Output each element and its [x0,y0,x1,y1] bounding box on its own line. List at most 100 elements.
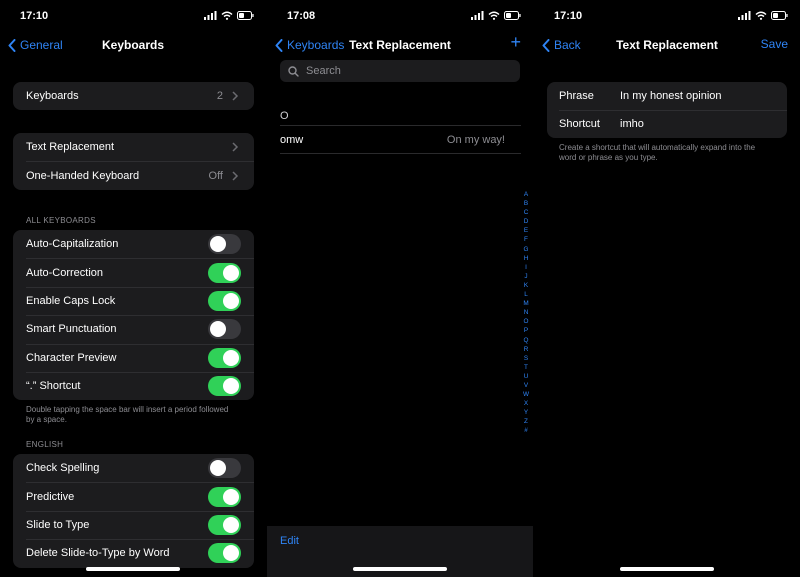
keyboards-row[interactable]: Keyboards 2 [13,82,254,110]
index-letter[interactable]: X [524,399,528,408]
text-replacement-row[interactable]: Text Replacement [13,133,254,161]
index-letter[interactable]: E [524,226,528,235]
setting-row: Auto-Capitalization [13,230,254,258]
wifi-icon [488,11,500,20]
chevron-right-icon [232,171,239,181]
setting-row: Smart Punctuation [13,315,254,343]
index-letter[interactable]: T [524,363,528,372]
toggle-knob [210,460,226,477]
shortcut-input[interactable] [620,118,770,130]
toggle-switch[interactable] [208,347,241,368]
section-index[interactable]: A B C D E F G H I J K L M N O P Q R S T U V W X Y Z # [521,190,531,436]
keyboards-screen: 17:10 General Keyboards Keyboards 2 Text… [0,0,266,577]
toggle-switch[interactable] [208,319,241,340]
index-letter[interactable]: O [524,317,529,326]
index-letter[interactable]: G [524,245,529,254]
toggle-switch[interactable] [208,376,241,397]
shortcut-label: Shortcut [559,118,600,130]
index-letter[interactable]: S [524,354,528,363]
status-time: 17:10 [554,10,583,22]
phrase-input[interactable] [620,90,770,102]
index-letter[interactable]: K [524,281,528,290]
save-button[interactable]: Save [761,37,788,51]
setting-row: Slide to Type [13,510,254,539]
list-item[interactable]: omw On my way! [280,128,505,152]
plus-icon: + [510,32,521,52]
search-input[interactable] [304,64,508,78]
setting-row: Delete Slide-to-Type by Word [13,539,254,567]
index-letter[interactable]: C [524,208,529,217]
divider [280,125,521,126]
add-button[interactable]: + [510,32,521,53]
index-letter[interactable]: I [525,263,527,272]
one-handed-value: Off [208,169,223,182]
index-letter[interactable]: M [523,299,528,308]
search-bar[interactable] [280,60,520,82]
new-replacement-screen: 17:10 Back Text Replacement Save Phrase … [534,0,800,577]
home-indicator[interactable] [620,567,714,571]
edit-button[interactable]: Edit [280,535,299,547]
index-letter[interactable]: P [524,326,528,335]
toggle-switch[interactable] [208,262,241,283]
shortcut-note: Double tapping the space bar will insert… [26,405,229,424]
setting-label: Smart Punctuation [26,323,117,336]
index-letter[interactable]: W [523,390,529,399]
index-letter[interactable]: Y [524,408,528,417]
replacement-group: Text Replacement One-Handed Keyboard Off [13,133,254,190]
keyboards-count: 2 [216,90,223,103]
toggle-switch[interactable] [208,290,241,311]
index-letter[interactable]: U [524,372,529,381]
index-letter[interactable]: D [524,217,529,226]
back-button[interactable]: Back [542,38,581,52]
index-letter[interactable]: J [524,272,527,281]
index-letter[interactable]: H [524,254,529,263]
toggle-switch[interactable] [208,458,241,479]
battery-icon [771,11,788,20]
signal-icon [204,11,217,20]
setting-row: Auto-Correction [13,258,254,286]
chevron-left-icon [8,38,16,52]
setting-row: “.” Shortcut [13,371,254,400]
setting-row: Character Preview [13,343,254,372]
index-letter[interactable]: # [524,426,528,435]
signal-icon [738,11,751,20]
index-letter[interactable]: F [524,235,528,244]
index-letter[interactable]: N [524,308,529,317]
one-handed-keyboard-row[interactable]: One-Handed Keyboard Off [13,161,254,189]
nav-bar: Keyboards Text Replacement + [267,32,533,58]
index-letter[interactable]: Z [524,417,528,426]
index-letter[interactable]: A [524,190,528,199]
toggle-switch[interactable] [208,543,241,564]
keyboards-group: Keyboards 2 [13,82,254,111]
status-time: 17:10 [20,10,49,22]
chevron-right-icon [232,91,239,101]
setting-label: Character Preview [26,351,117,364]
index-letter[interactable]: Q [524,336,529,345]
index-letter[interactable]: B [524,199,528,208]
toggle-switch[interactable] [208,234,241,255]
setting-label: “.” Shortcut [26,380,81,393]
back-label: Back [554,38,581,52]
toggle-switch[interactable] [208,486,241,507]
chevron-left-icon [275,38,283,52]
back-button[interactable]: Keyboards [275,38,344,52]
home-indicator[interactable] [86,567,180,571]
toggle-switch[interactable] [208,514,241,535]
back-button[interactable]: General [8,38,63,52]
setting-row: Enable Caps Lock [13,286,254,315]
all-keyboards-header: ALL KEYBOARDS [26,216,96,225]
item-shortcut: omw [280,134,304,146]
wifi-icon [221,11,233,20]
toggle-knob [223,378,239,395]
replacement-form: Phrase Shortcut [547,82,787,138]
status-bar: 17:10 [0,0,266,34]
status-bar: 17:08 [267,0,533,34]
index-letter[interactable]: R [524,345,529,354]
index-letter[interactable]: V [524,381,528,390]
battery-icon [504,11,521,20]
index-letter[interactable]: L [524,290,528,299]
nav-bar: Back Text Replacement Save [534,34,800,58]
home-indicator[interactable] [353,567,447,571]
setting-label: Enable Caps Lock [26,294,116,307]
toggle-knob [223,349,239,366]
